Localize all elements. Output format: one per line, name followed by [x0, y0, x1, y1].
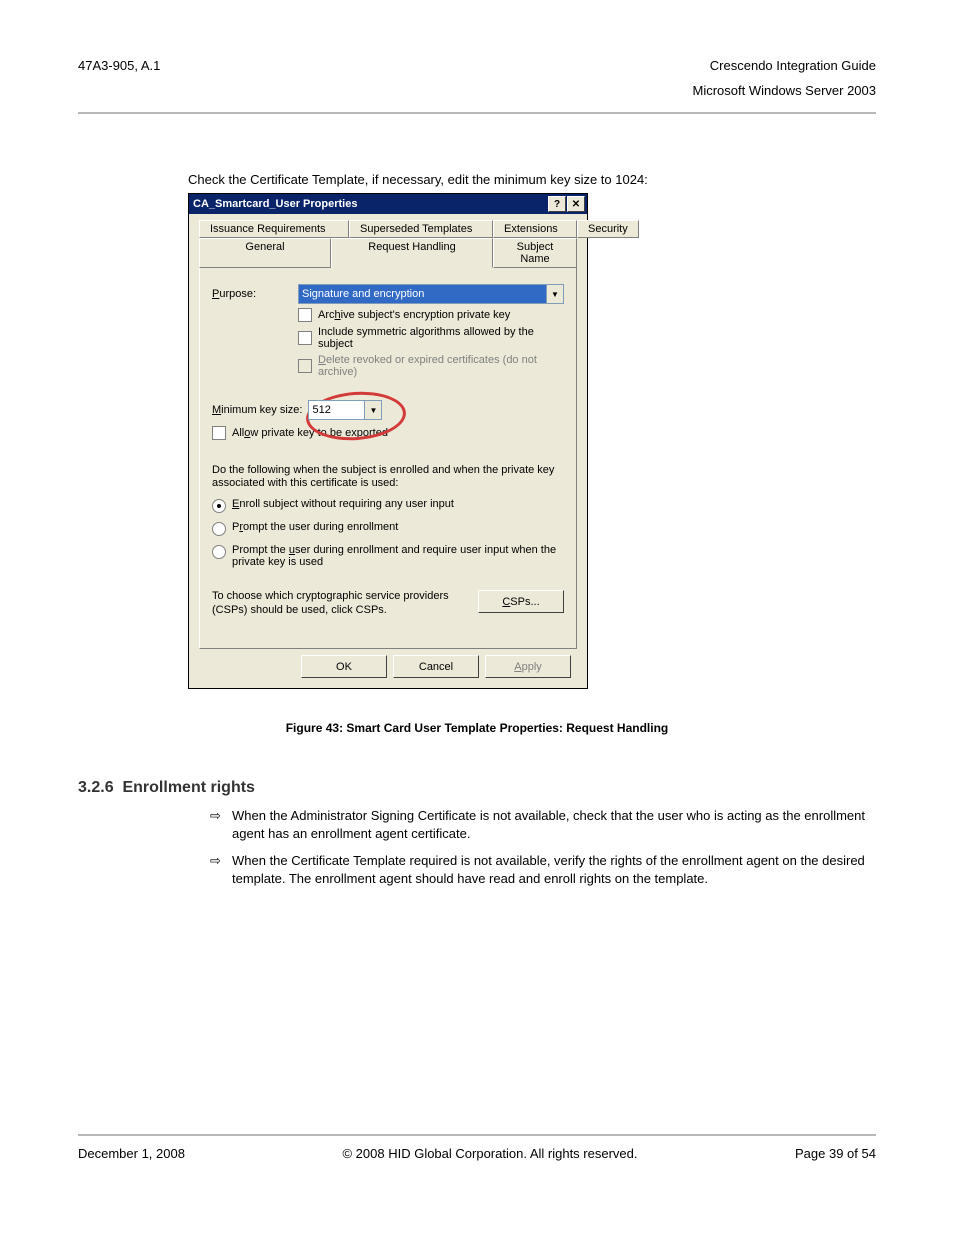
dialog-title-text: CA_Smartcard_User Properties: [193, 198, 357, 210]
tab-extensions[interactable]: Extensions: [493, 220, 577, 238]
tab-general[interactable]: General: [199, 238, 331, 268]
chevron-down-icon[interactable]: ▼: [546, 285, 563, 303]
radio-prompt-enroll[interactable]: Prompt the user during enrollment: [212, 521, 564, 536]
footer-copyright: © 2008 HID Global Corporation. All right…: [342, 1146, 637, 1161]
tab-request-handling[interactable]: Request Handling: [331, 238, 493, 268]
dialog-titlebar: CA_Smartcard_User Properties ? ✕: [189, 194, 587, 214]
checkbox-icon[interactable]: [298, 308, 312, 322]
archive-label: Archive subject's encryption private key: [318, 309, 510, 321]
radio-enroll-noinput[interactable]: Enroll subject without requiring any use…: [212, 498, 564, 513]
radio-icon[interactable]: [212, 545, 226, 559]
purpose-combo[interactable]: Signature and encryption ▼: [298, 284, 564, 304]
header-right-2: Microsoft Windows Server 2003: [692, 83, 876, 98]
header-left: 47A3-905, A.1: [78, 58, 160, 98]
checkbox-icon[interactable]: [298, 331, 312, 345]
csp-text: To choose which cryptographic service pr…: [212, 590, 478, 616]
archive-checkbox-row[interactable]: Archive subject's encryption private key: [298, 308, 564, 322]
help-icon[interactable]: ?: [548, 196, 566, 212]
tab-panel: Purpose: Signature and encryption ▼ Arch…: [199, 267, 577, 649]
bullet-list: When the Administrator Signing Certifica…: [210, 807, 876, 887]
apply-button[interactable]: Apply: [485, 655, 571, 678]
tab-issuance-requirements[interactable]: Issuance Requirements: [199, 220, 349, 238]
delete-label: Delete revoked or expired certificates (…: [318, 354, 564, 378]
radio-icon[interactable]: [212, 522, 226, 536]
minkey-value: 512: [312, 404, 330, 416]
export-checkbox-row[interactable]: Allow private key to be exported: [212, 426, 564, 440]
footer-page: Page 39 of 54: [795, 1146, 876, 1161]
radio1-label: Enroll subject without requiring any use…: [232, 498, 454, 510]
purpose-value: Signature and encryption: [302, 288, 424, 300]
symmetric-label: Include symmetric algorithms allowed by …: [318, 326, 564, 350]
section-heading: 3.2.6 Enrollment rights: [78, 779, 876, 797]
footer-rule: [78, 1134, 876, 1136]
list-item: When the Certificate Template required i…: [210, 852, 876, 887]
intro-text: Check the Certificate Template, if neces…: [188, 172, 876, 187]
delete-checkbox-row: Delete revoked or expired certificates (…: [298, 354, 564, 378]
radio3-label: Prompt the user during enrollment and re…: [232, 544, 564, 568]
csps-button[interactable]: CSPs...: [478, 590, 564, 613]
symmetric-checkbox-row[interactable]: Include symmetric algorithms allowed by …: [298, 326, 564, 350]
tab-superseded-templates[interactable]: Superseded Templates: [349, 220, 493, 238]
header-right-1: Crescendo Integration Guide: [692, 58, 876, 73]
cancel-button[interactable]: Cancel: [393, 655, 479, 678]
ok-button[interactable]: OK: [301, 655, 387, 678]
radio-prompt-key[interactable]: Prompt the user during enrollment and re…: [212, 544, 564, 568]
radio2-label: Prompt the user during enrollment: [232, 521, 398, 533]
checkbox-icon[interactable]: [212, 426, 226, 440]
tab-subject-name[interactable]: Subject Name: [493, 238, 577, 268]
checkbox-icon: [298, 359, 312, 373]
chevron-down-icon[interactable]: ▼: [364, 401, 381, 419]
list-item: When the Administrator Signing Certifica…: [210, 807, 876, 842]
close-icon[interactable]: ✕: [567, 196, 585, 212]
properties-dialog: CA_Smartcard_User Properties ? ✕ Issuanc…: [188, 193, 588, 689]
export-label: Allow private key to be exported: [232, 427, 388, 439]
enrollment-instruction: Do the following when the subject is enr…: [212, 464, 564, 490]
purpose-label: Purpose:: [212, 288, 298, 300]
tab-security[interactable]: Security: [577, 220, 639, 238]
footer-date: December 1, 2008: [78, 1146, 185, 1161]
figure-caption: Figure 43: Smart Card User Template Prop…: [78, 721, 876, 735]
radio-icon[interactable]: [212, 499, 226, 513]
minkey-label: Minimum key size:: [212, 404, 302, 416]
minkey-combo[interactable]: 512 ▼: [308, 400, 382, 420]
